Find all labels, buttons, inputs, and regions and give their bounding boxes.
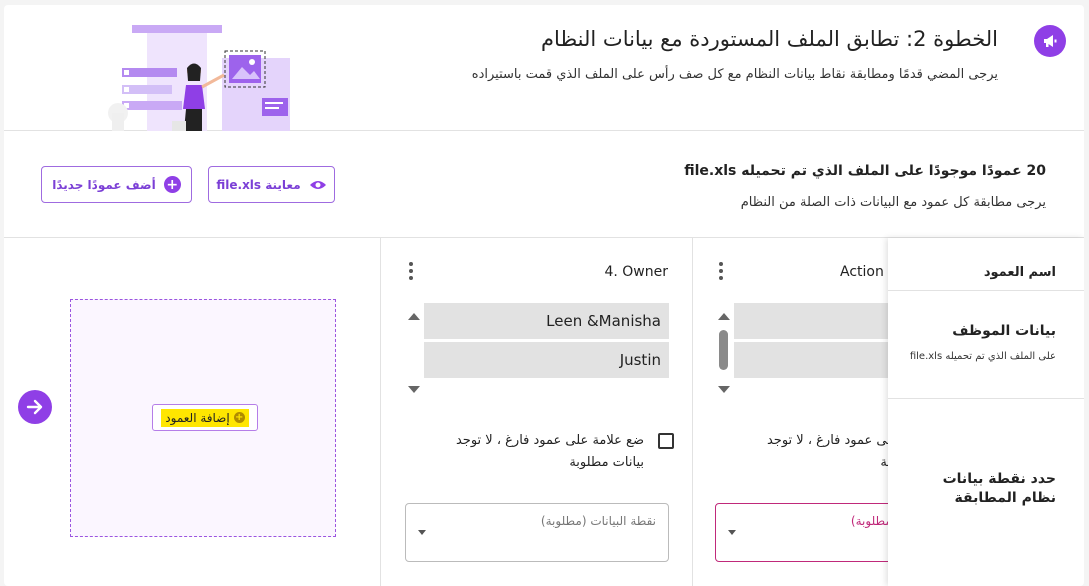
- arrow-right-icon: [26, 399, 43, 415]
- step-subtitle: يرجى المضي قدمًا ومطابقة نقاط بيانات الن…: [471, 67, 998, 82]
- eye-icon: [309, 180, 326, 189]
- data-point-select[interactable]: نقطة البيانات (مطلوبة): [405, 503, 669, 562]
- caret-down-icon: [728, 530, 736, 535]
- step-title: الخطوة 2: تطابق الملف المستوردة مع بيانا…: [541, 27, 998, 51]
- sample-values-list[interactable]: [715, 302, 893, 406]
- add-column-button[interactable]: + إضافة العمود: [152, 404, 258, 431]
- columns-count: 20 عمودًا موجودًا على الملف الذي تم تحمي…: [684, 163, 1046, 179]
- more-vertical-icon[interactable]: [408, 262, 414, 280]
- scroll-up-icon[interactable]: [408, 313, 420, 320]
- plus-icon: +: [163, 176, 181, 193]
- empty-column-option: ضع علامة على عمود فارغ ، لا توجد بيانات …: [735, 430, 893, 474]
- more-vertical-icon[interactable]: [718, 262, 724, 280]
- match-hint: يرجى مطابقة كل عمود مع البيانات ذات الصل…: [740, 195, 1046, 210]
- data-point-placeholder: نقطة البيانات (مطلوبة): [540, 514, 656, 528]
- scroll-down-icon[interactable]: [718, 386, 730, 393]
- list-item[interactable]: [734, 303, 893, 339]
- employee-data-label: بيانات الموظف: [952, 323, 1056, 339]
- empty-column-label: ضع علامة على عمود فارغ ، لا توجد بيانات …: [455, 433, 644, 470]
- row-labels-panel: اسم العمود بيانات الموظف على الملف الذي …: [888, 238, 1084, 586]
- add-column-dropzone[interactable]: + إضافة العمود: [70, 299, 336, 537]
- empty-column-checkbox[interactable]: [658, 433, 674, 449]
- column-owner: 4. Owner Leen &Manisha Justin ضع علامة ع…: [381, 238, 692, 586]
- scroll-down-icon[interactable]: [408, 386, 420, 393]
- scroll-up-icon[interactable]: [718, 313, 730, 320]
- step-header: الخطوة 2: تطابق الملف المستوردة مع بيانا…: [4, 5, 1084, 131]
- employee-data-sublabel: على الملف الذي تم تحميله file.xls: [909, 351, 1056, 362]
- megaphone-icon: [1034, 25, 1066, 57]
- scroll-thumb[interactable]: [719, 330, 728, 370]
- mapping-grid: 4. Owner Leen &Manisha Justin ضع علامة ع…: [4, 238, 1084, 586]
- scrollbar[interactable]: [715, 302, 733, 406]
- column-name: Action: [840, 264, 884, 280]
- next-arrow-button[interactable]: [18, 390, 52, 424]
- import-step-card: الخطوة 2: تطابق الملف المستوردة مع بيانا…: [4, 5, 1084, 586]
- add-new-column-label: أضف عمودًا جديدًا: [52, 177, 156, 192]
- data-point-placeholder: نقطة البيانات (مطلوبة): [850, 514, 893, 528]
- caret-down-icon: [418, 530, 426, 535]
- column-name: 4. Owner: [604, 264, 668, 280]
- preview-file-button[interactable]: معاينة file.xls: [208, 166, 335, 203]
- scrollbar[interactable]: [405, 302, 423, 406]
- empty-column-label: ضع علامة على عمود فارغ ، لا توجد بيانات …: [766, 433, 893, 470]
- column-action: Action ضع علامة على عمود فارغ ، لا توجد …: [693, 238, 893, 586]
- empty-column-option: ضع علامة على عمود فارغ ، لا توجد بيانات …: [424, 430, 674, 474]
- sample-values-list[interactable]: Leen &Manisha Justin: [405, 302, 670, 406]
- define-data-point-label: حدد نقطة بيانات نظام المطابقة: [942, 471, 1056, 506]
- add-column-label: إضافة العمود: [165, 410, 230, 425]
- file-summary: 20 عمودًا موجودًا على الملف الذي تم تحمي…: [4, 132, 1084, 238]
- header-illustration: [108, 25, 290, 131]
- plus-icon: +: [233, 412, 245, 423]
- list-item[interactable]: Leen &Manisha: [424, 303, 669, 339]
- add-new-column-button[interactable]: + أضف عمودًا جديدًا: [41, 166, 192, 203]
- column-name-heading: اسم العمود: [983, 265, 1056, 280]
- data-point-select[interactable]: نقطة البيانات (مطلوبة): [715, 503, 893, 562]
- list-item[interactable]: [734, 342, 893, 378]
- list-item[interactable]: Justin: [424, 342, 669, 378]
- preview-file-label: معاينة file.xls: [216, 177, 301, 192]
